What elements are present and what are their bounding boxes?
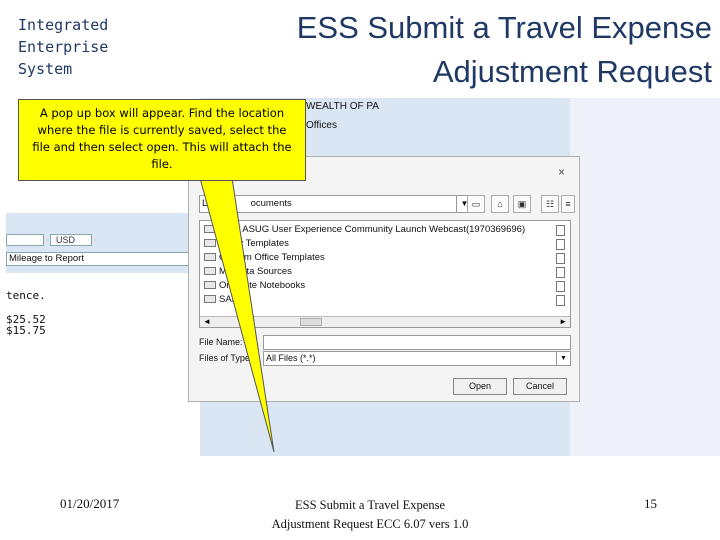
instruction-callout: A pop up box will appear. Find the locat… <box>18 99 306 181</box>
callout-pointer <box>199 177 275 453</box>
